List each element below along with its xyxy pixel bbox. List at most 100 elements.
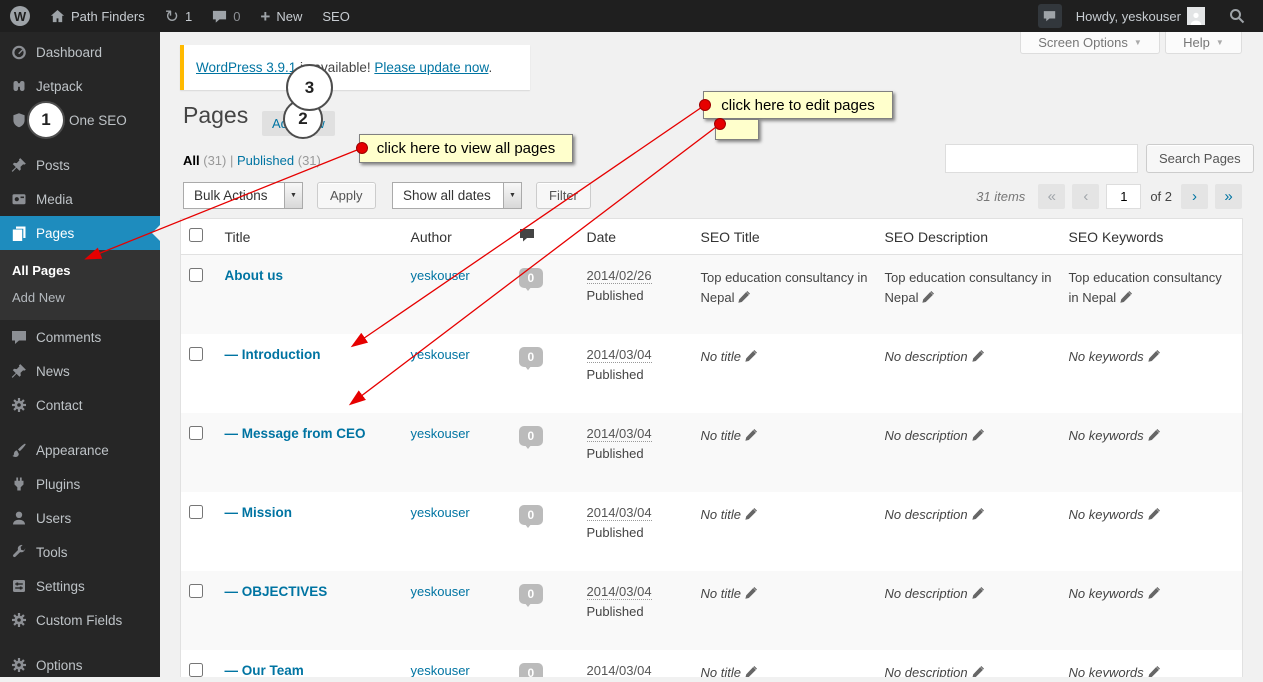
edit-pencil-icon[interactable]: [1147, 507, 1160, 521]
sidebar-item-all-in-one-seo[interactable]: All in One SEO: [0, 103, 160, 137]
table-row: — Our Team yeskouser 0 2014/03/04 Publis…: [181, 650, 1243, 678]
edit-pencil-icon[interactable]: [971, 586, 984, 600]
sidebar-item-contact[interactable]: Contact: [0, 388, 160, 422]
view-all-link[interactable]: All: [183, 153, 200, 168]
edit-pencil-icon[interactable]: [1147, 586, 1160, 600]
comment-count-bubble[interactable]: 0: [518, 583, 544, 607]
edit-pencil-icon[interactable]: [744, 428, 757, 442]
update-now-link[interactable]: Please update now: [374, 60, 488, 75]
search-input[interactable]: [945, 144, 1138, 173]
wordpress-logo[interactable]: W: [0, 0, 40, 32]
edit-pencil-icon[interactable]: [744, 507, 757, 521]
sidebar-item-label: Appearance: [36, 442, 109, 458]
edit-pencil-icon[interactable]: [971, 428, 984, 442]
chevron-down-icon: ▼: [1133, 38, 1142, 47]
date-value: 2014/02/26: [586, 268, 652, 284]
row-checkbox[interactable]: [189, 504, 203, 519]
current-page-input[interactable]: [1106, 184, 1142, 209]
filter-button[interactable]: Filter: [536, 182, 591, 209]
site-name-menu[interactable]: Path Finders: [40, 0, 155, 32]
edit-pencil-icon[interactable]: [971, 349, 984, 363]
author-link[interactable]: yeskouser: [411, 268, 470, 283]
row-checkbox[interactable]: [189, 425, 203, 440]
apply-button[interactable]: Apply: [317, 182, 376, 209]
edit-pencil-icon[interactable]: [1147, 665, 1160, 678]
comment-count-bubble[interactable]: 0: [518, 662, 544, 677]
toolbar-comment-shortcut[interactable]: [1037, 4, 1062, 28]
comment-count-bubble[interactable]: 0: [518, 268, 544, 291]
page-title-link[interactable]: — Our Team: [225, 663, 304, 678]
row-checkbox[interactable]: [189, 662, 203, 677]
column-header-title[interactable]: Title: [216, 218, 403, 255]
sidebar-item-appearance[interactable]: Appearance: [0, 433, 160, 467]
sidebar-item-pages[interactable]: Pages: [0, 216, 160, 250]
wordpress-version-link[interactable]: WordPress 3.9.1: [196, 60, 296, 75]
prev-page-button[interactable]: ‹: [1072, 184, 1100, 209]
help-tab[interactable]: Help ▼: [1165, 32, 1242, 54]
page-title-link[interactable]: — Message from CEO: [225, 426, 366, 441]
column-header-author[interactable]: Author: [402, 218, 511, 255]
last-page-button[interactable]: »: [1215, 184, 1242, 209]
comments-menu[interactable]: 0: [202, 0, 250, 32]
select-all-checkbox[interactable]: [189, 228, 203, 242]
table-row: — Introduction yeskouser 0 2014/03/04 Pu…: [181, 334, 1243, 413]
author-link[interactable]: yeskouser: [411, 426, 470, 441]
sidebar-item-comments[interactable]: Comments: [0, 320, 160, 354]
sidebar-item-settings[interactable]: Settings: [0, 569, 160, 603]
seo-menu[interactable]: SEO: [312, 0, 359, 32]
edit-pencil-icon[interactable]: [1147, 428, 1160, 442]
sidebar-item-tools[interactable]: Tools: [0, 535, 160, 569]
view-published-link[interactable]: Published: [237, 153, 294, 168]
comment-count-bubble[interactable]: 0: [518, 346, 544, 370]
edit-pencil-icon[interactable]: [971, 507, 984, 521]
annotation-callout-edit-pages: click here to edit pages: [703, 91, 893, 119]
sidebar-item-users[interactable]: Users: [0, 501, 160, 535]
edit-pencil-icon[interactable]: [971, 665, 984, 678]
dates-filter-select[interactable]: Show all dates ▼: [392, 182, 522, 209]
sidebar-item-news[interactable]: News: [0, 354, 160, 388]
row-checkbox[interactable]: [189, 583, 203, 598]
dates-filter-value: Show all dates: [403, 188, 491, 203]
sidebar-item-posts[interactable]: Posts: [0, 148, 160, 182]
sidebar-item-dashboard[interactable]: Dashboard: [0, 35, 160, 69]
column-header-date[interactable]: Date: [578, 218, 693, 255]
paintbrush-icon: [11, 442, 27, 458]
account-menu[interactable]: Howdy, yeskouser: [1066, 0, 1215, 32]
row-checkbox[interactable]: [189, 268, 203, 282]
page-title-link[interactable]: About us: [225, 268, 284, 283]
submenu-all-pages[interactable]: All Pages: [0, 257, 160, 284]
toolbar-search[interactable]: [1219, 0, 1255, 32]
row-checkbox[interactable]: [189, 346, 203, 361]
sidebar-item-plugins[interactable]: Plugins: [0, 467, 160, 501]
status-value: Published: [586, 366, 644, 382]
edit-pencil-icon[interactable]: [1147, 349, 1160, 363]
new-content-menu[interactable]: + New: [250, 0, 312, 32]
sidebar-item-media[interactable]: Media: [0, 182, 160, 216]
author-link[interactable]: yeskouser: [411, 505, 470, 520]
page-title-link[interactable]: — Mission: [225, 505, 293, 520]
author-link[interactable]: yeskouser: [411, 347, 470, 362]
search-pages-button[interactable]: Search Pages: [1146, 144, 1254, 173]
edit-pencil-icon[interactable]: [744, 349, 757, 363]
first-page-button[interactable]: «: [1038, 184, 1066, 209]
page-title-link[interactable]: — Introduction: [225, 347, 321, 362]
edit-pencil-icon[interactable]: [737, 291, 751, 304]
comment-count-bubble[interactable]: 0: [518, 425, 544, 449]
submenu-add-new[interactable]: Add New: [0, 284, 160, 311]
edit-pencil-icon[interactable]: [921, 291, 935, 304]
author-link[interactable]: yeskouser: [411, 663, 470, 678]
bulk-actions-select[interactable]: Bulk Actions ▼: [183, 182, 303, 209]
column-header-comments[interactable]: [510, 218, 579, 255]
updates-menu[interactable]: ↻ 1: [155, 0, 202, 32]
page-title-link[interactable]: — OBJECTIVES: [225, 584, 328, 599]
screen-options-tab[interactable]: Screen Options ▼: [1020, 32, 1160, 54]
edit-pencil-icon[interactable]: [744, 665, 757, 678]
comment-count-bubble[interactable]: 0: [518, 504, 544, 528]
edit-pencil-icon[interactable]: [744, 586, 757, 600]
next-page-button[interactable]: ›: [1181, 184, 1208, 209]
sidebar-item-custom-fields[interactable]: Custom Fields: [0, 603, 160, 637]
edit-pencil-icon[interactable]: [1119, 291, 1133, 304]
sidebar-item-jetpack[interactable]: Jetpack: [0, 69, 160, 103]
author-link[interactable]: yeskouser: [411, 584, 470, 599]
seo-keywords-value: No keywords: [1068, 664, 1144, 678]
